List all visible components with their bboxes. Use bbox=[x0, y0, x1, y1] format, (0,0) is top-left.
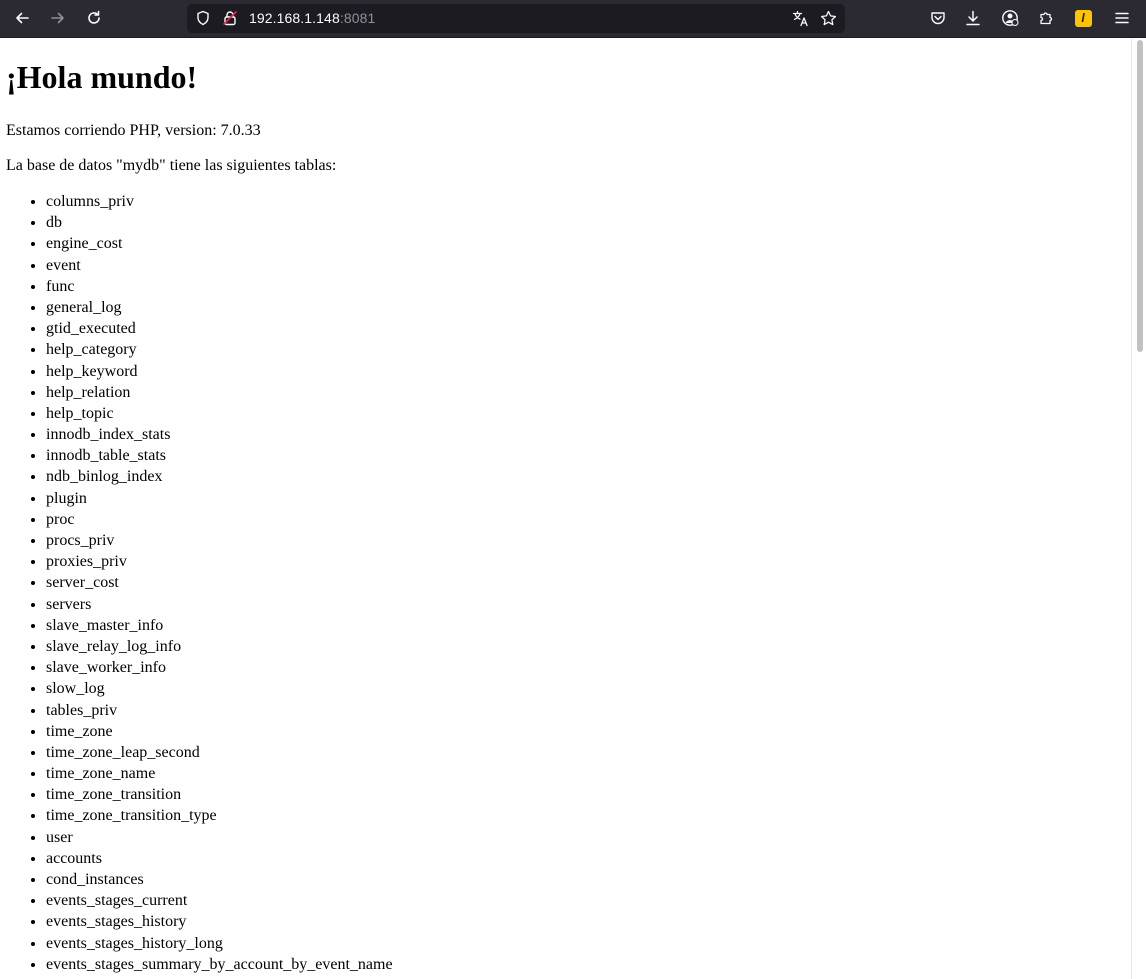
page-content: ¡Hola mundo! Estamos corriendo PHP, vers… bbox=[0, 59, 1131, 977]
page-viewport: ¡Hola mundo! Estamos corriendo PHP, vers… bbox=[0, 38, 1131, 979]
hamburger-menu-icon[interactable] bbox=[1108, 5, 1136, 31]
list-item: time_zone_name bbox=[46, 765, 1125, 786]
url-host: 192.168.1.148 bbox=[249, 10, 340, 26]
list-item: time_zone_transition_type bbox=[46, 807, 1125, 828]
php-version-text: Estamos corriendo PHP, version: 7.0.33 bbox=[6, 122, 261, 139]
list-item: user bbox=[46, 829, 1125, 850]
scrollbar-thumb[interactable] bbox=[1137, 40, 1143, 352]
list-item: proc bbox=[46, 511, 1125, 532]
list-item: help_category bbox=[46, 341, 1125, 362]
list-item: events_stages_summary_by_account_by_even… bbox=[46, 956, 1125, 977]
puzzle-icon[interactable] bbox=[1032, 5, 1060, 31]
list-item: slave_worker_info bbox=[46, 659, 1125, 680]
list-item: engine_cost bbox=[46, 235, 1125, 256]
url-bar[interactable]: 192.168.1.148:8081 bbox=[187, 4, 845, 33]
download-icon[interactable] bbox=[959, 5, 987, 31]
back-arrow-icon[interactable] bbox=[8, 5, 36, 31]
list-item: innodb_index_stats bbox=[46, 426, 1125, 447]
list-item: columns_priv bbox=[46, 193, 1125, 214]
list-item: time_zone_leap_second bbox=[46, 744, 1125, 765]
list-item: slave_relay_log_info bbox=[46, 638, 1125, 659]
reload-icon[interactable] bbox=[80, 5, 108, 31]
list-item: events_stages_history_long bbox=[46, 935, 1125, 956]
table-list: columns_priv db engine_cost event func g… bbox=[6, 193, 1125, 977]
list-item: slow_log bbox=[46, 680, 1125, 701]
list-item: time_zone_transition bbox=[46, 786, 1125, 807]
list-item: general_log bbox=[46, 299, 1125, 320]
page-scrollbar[interactable] bbox=[1131, 38, 1146, 979]
list-item: help_relation bbox=[46, 384, 1125, 405]
url-port: :8081 bbox=[339, 10, 376, 26]
account-icon[interactable] bbox=[996, 5, 1024, 31]
list-item: accounts bbox=[46, 850, 1125, 871]
list-item: events_stages_history bbox=[46, 913, 1125, 934]
browser-toolbar: 192.168.1.148:8081 l bbox=[0, 0, 1146, 38]
extension-badge-text: l bbox=[1074, 9, 1092, 27]
list-item: time_zone bbox=[46, 723, 1125, 744]
list-item: cond_instances bbox=[46, 871, 1125, 892]
lock-icon[interactable] bbox=[221, 9, 239, 27]
list-item: ndb_binlog_index bbox=[46, 468, 1125, 489]
extension-icon[interactable]: l bbox=[1069, 5, 1097, 31]
shield-icon[interactable] bbox=[194, 9, 212, 27]
list-item: proxies_priv bbox=[46, 553, 1125, 574]
list-item: event bbox=[46, 257, 1125, 278]
star-icon[interactable] bbox=[819, 9, 837, 27]
list-item: procs_priv bbox=[46, 532, 1125, 553]
list-item: help_topic bbox=[46, 405, 1125, 426]
forward-arrow-icon[interactable] bbox=[44, 5, 72, 31]
list-item: help_keyword bbox=[46, 363, 1125, 384]
list-item: db bbox=[46, 214, 1125, 235]
list-item: tables_priv bbox=[46, 702, 1125, 723]
list-item: servers bbox=[46, 596, 1125, 617]
list-item: slave_master_info bbox=[46, 617, 1125, 638]
url-text[interactable]: 192.168.1.148:8081 bbox=[249, 10, 375, 26]
list-item: server_cost bbox=[46, 574, 1125, 595]
list-item: innodb_table_stats bbox=[46, 447, 1125, 468]
translate-icon[interactable] bbox=[791, 9, 809, 27]
pocket-icon[interactable] bbox=[924, 5, 952, 31]
list-item: plugin bbox=[46, 490, 1125, 511]
page-heading: ¡Hola mundo! bbox=[6, 59, 198, 95]
list-item: gtid_executed bbox=[46, 320, 1125, 341]
db-intro-text: La base de datos "mydb" tiene las siguie… bbox=[6, 157, 337, 174]
list-item: events_stages_current bbox=[46, 892, 1125, 913]
list-item: func bbox=[46, 278, 1125, 299]
